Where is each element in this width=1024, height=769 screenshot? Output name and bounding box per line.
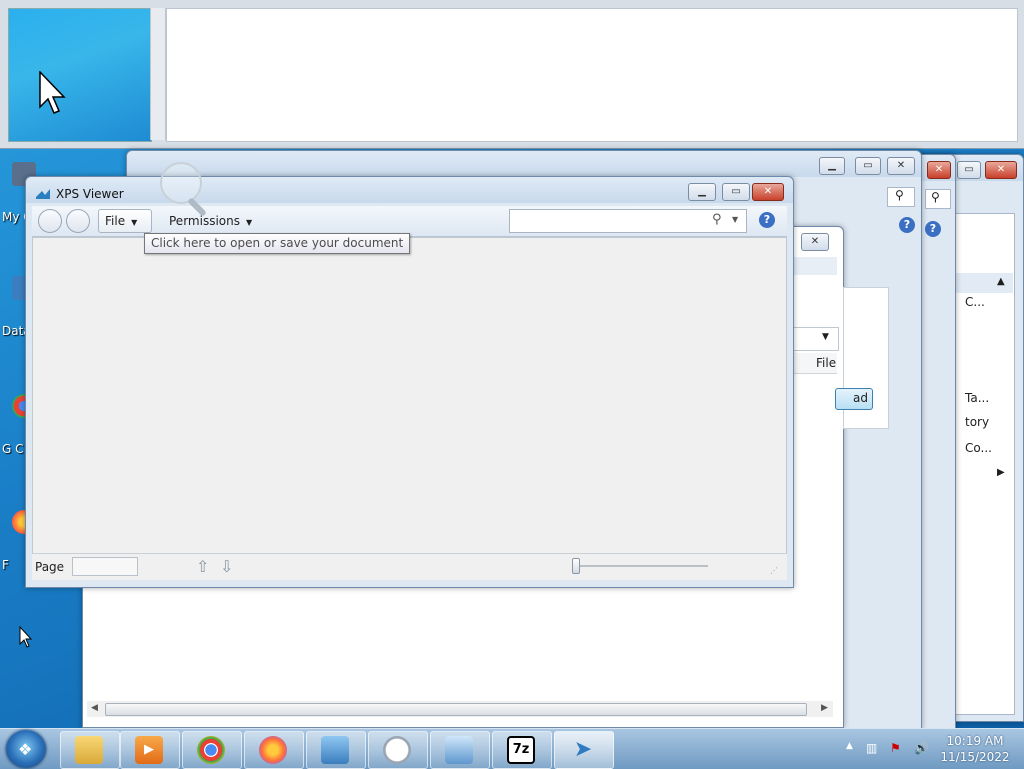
action-center-icon[interactable]: ⚑ [890, 741, 901, 755]
system-clock[interactable]: 10:19 AM 11/15/2022 [940, 733, 1010, 765]
list-item[interactable]: tory [965, 415, 989, 429]
status-bar: Page ⇧ ⇩ ⋰ [32, 553, 787, 580]
help-icon[interactable]: ? [925, 221, 941, 237]
previous-page-icon[interactable]: ⇧ [196, 557, 209, 576]
close-button[interactable]: ✕ [985, 161, 1017, 179]
close-button[interactable]: ✕ [801, 233, 829, 251]
magnifier-panel [0, 0, 1024, 149]
scroll-left-icon[interactable]: ◀ [91, 703, 98, 713]
list-item[interactable]: Ta... [965, 391, 989, 405]
taskbar-paper-plane[interactable]: ➤ [554, 731, 614, 769]
chevron-down-icon: ▼ [245, 218, 253, 227]
network-icon[interactable]: ▥ [866, 741, 877, 755]
search-button[interactable]: ⚲ [925, 189, 951, 209]
search-icon: ⚲ [895, 188, 904, 202]
desktop-icon-label: G C [2, 442, 24, 456]
close-button[interactable]: ✕ [752, 183, 784, 201]
permissions-menu-label: Permissions [169, 214, 240, 228]
magnified-view [8, 8, 152, 142]
minimize-button[interactable]: ▁ [819, 157, 845, 175]
taskbar-chrome[interactable] [182, 731, 242, 769]
restore-button[interactable]: ▭ [957, 161, 981, 179]
mouse-cursor-icon [19, 626, 33, 648]
scrollbar-thumb[interactable] [105, 703, 807, 716]
windows-logo-icon: ❖ [18, 740, 33, 759]
taskbar-control-panel[interactable] [306, 731, 366, 769]
maximize-button[interactable]: ▭ [855, 157, 881, 175]
show-hidden-icons-icon[interactable]: ▲ [846, 741, 853, 751]
column-header-file[interactable]: File [816, 356, 836, 370]
taskbar-clock-app[interactable] [368, 731, 428, 769]
taskbar-explorer[interactable] [60, 731, 120, 769]
scroll-right-icon[interactable]: ▶ [821, 703, 828, 713]
volume-icon[interactable]: 🔊 [914, 741, 929, 755]
maximize-button[interactable]: ▭ [722, 183, 750, 201]
close-button[interactable]: ✕ [887, 157, 915, 175]
search-input[interactable]: ⚲ ▼ [509, 209, 747, 233]
page-number-input[interactable] [72, 557, 138, 576]
cursor-arrow-icon [39, 71, 66, 114]
window-titlebar[interactable] [127, 151, 921, 177]
chrome-icon [197, 736, 225, 764]
page-label: Page [35, 560, 65, 574]
xps-app-icon [36, 189, 50, 199]
magnifier-lens-icon[interactable] [160, 162, 202, 204]
magnifier-icon [445, 736, 473, 764]
clock-time: 10:19 AM [946, 734, 1004, 748]
window-title: XPS Viewer [56, 187, 124, 201]
tooltip: Click here to open or save your document [144, 233, 411, 254]
chevron-down-icon[interactable]: ▼ [732, 215, 738, 224]
minimize-button[interactable]: ▁ [688, 183, 716, 201]
paper-plane-icon: ➤ [573, 737, 593, 762]
desktop-icon-label: F [2, 558, 9, 572]
horizontal-scrollbar[interactable]: ◀ ▶ [87, 701, 833, 717]
clock-icon [383, 736, 411, 764]
taskbar: ❖ ▶ 7z ➤ ▲ ▥ ⚑ 🔊 10:19 AM 11/15/2022 [0, 728, 1024, 769]
control-panel-icon [321, 736, 349, 764]
permissions-menu-button[interactable]: Permissions ▼ [162, 209, 256, 233]
search-button[interactable]: ⚲ [887, 187, 915, 207]
media-player-icon: ▶ [135, 736, 163, 764]
7zip-icon: 7z [507, 736, 535, 764]
folder-icon [75, 736, 103, 764]
document-area [32, 237, 787, 554]
help-icon[interactable]: ? [759, 212, 775, 228]
search-icon[interactable]: ⚲ [712, 212, 722, 227]
next-page-icon[interactable]: ⇩ [220, 557, 233, 576]
clock-date: 11/15/2022 [940, 750, 1010, 764]
file-menu-label: File [105, 214, 126, 228]
chevron-down-icon: ▼ [131, 218, 138, 227]
start-button[interactable]: ❖ [6, 730, 46, 768]
chevron-down-icon: ▼ [822, 332, 829, 342]
taskbar-magnifier[interactable] [430, 731, 490, 769]
taskbar-firefox[interactable] [244, 731, 304, 769]
close-button[interactable]: ✕ [927, 161, 951, 179]
magnified-view-secondary [166, 8, 1018, 142]
zoom-slider[interactable] [572, 565, 708, 567]
resize-grip-icon[interactable]: ⋰ [770, 566, 778, 575]
chevron-right-icon[interactable]: ▶ [997, 467, 1005, 478]
help-icon[interactable]: ? [899, 217, 915, 233]
forward-button[interactable] [66, 209, 90, 233]
dialog-button[interactable]: ad [835, 388, 873, 410]
back-button[interactable] [38, 209, 62, 233]
scroll-up-icon[interactable]: ▲ [997, 276, 1005, 287]
window-titlebar[interactable] [26, 177, 793, 203]
list-item[interactable]: C... [965, 295, 985, 309]
zoom-slider-thumb[interactable] [572, 558, 580, 574]
search-icon: ⚲ [931, 190, 940, 204]
magnifier-divider[interactable] [150, 8, 166, 140]
list-item[interactable]: Co... [965, 441, 992, 455]
taskbar-7zip[interactable]: 7z [492, 731, 552, 769]
file-menu-button[interactable]: File ▼ [98, 209, 152, 233]
taskbar-media-player[interactable]: ▶ [120, 731, 180, 769]
firefox-icon [259, 736, 287, 764]
